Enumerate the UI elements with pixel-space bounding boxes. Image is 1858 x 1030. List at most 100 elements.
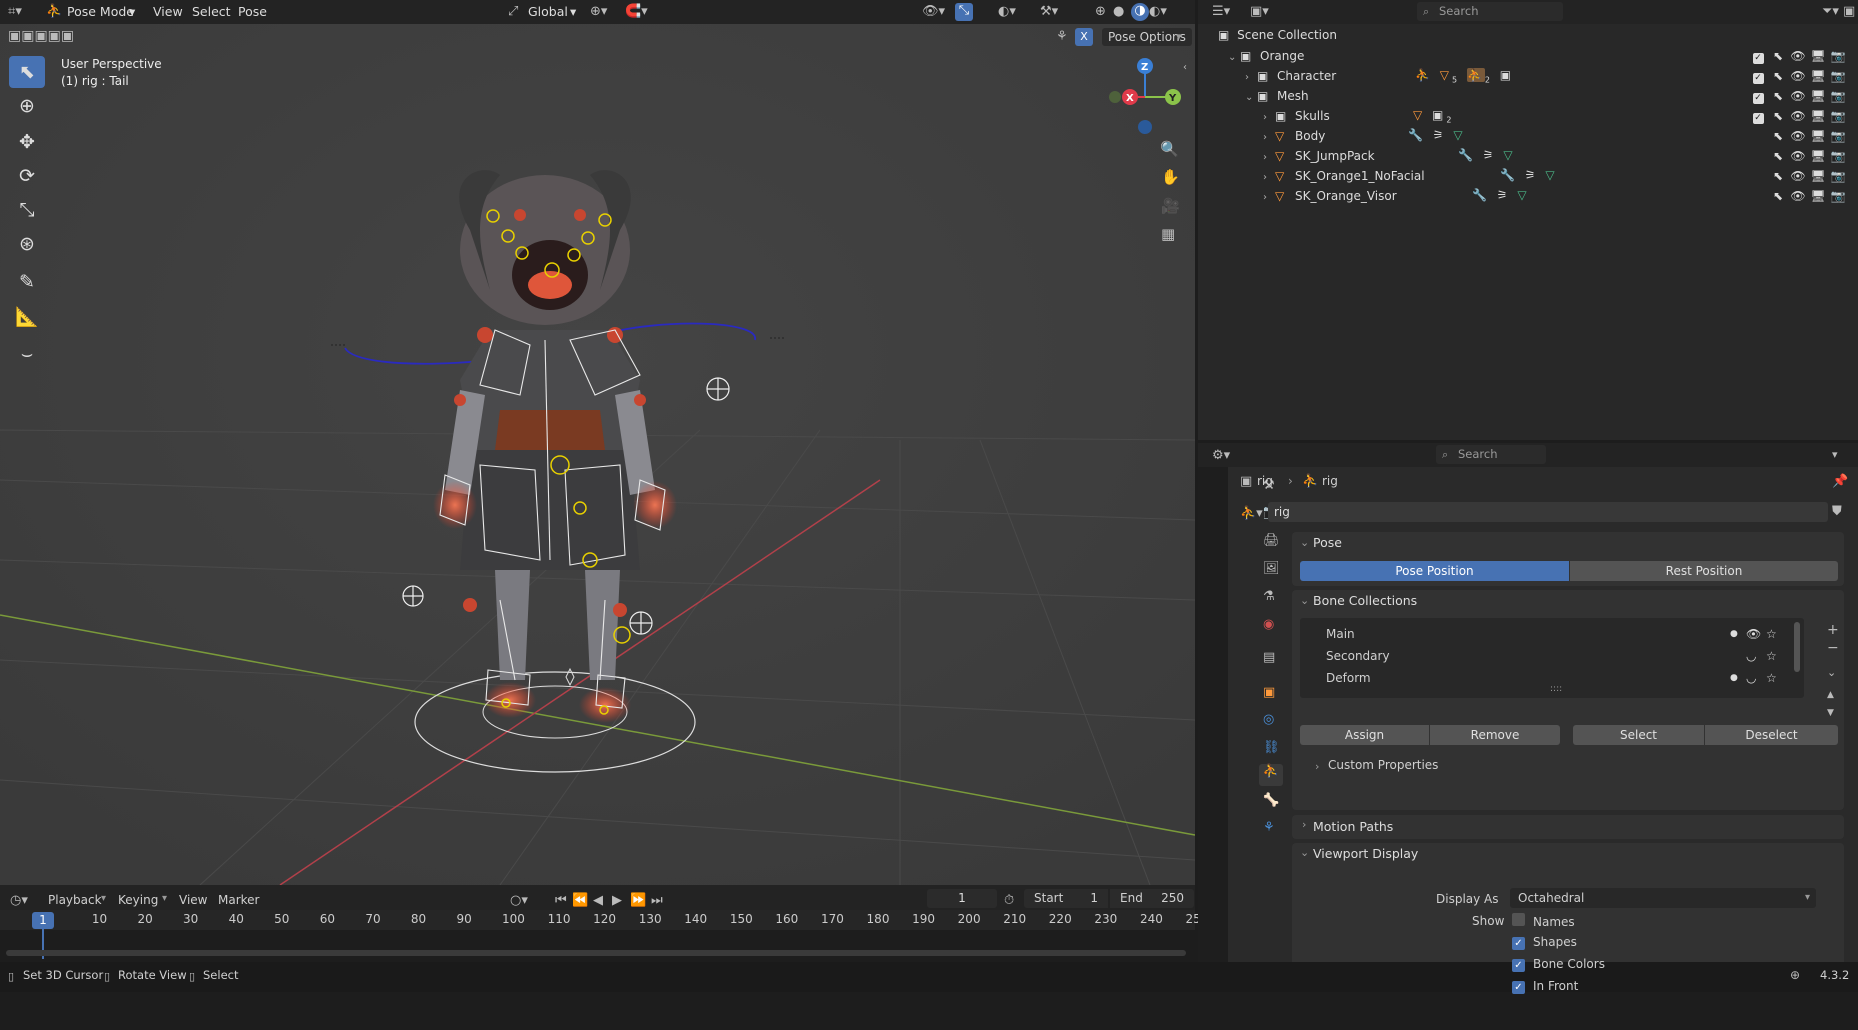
play-reverse-icon[interactable]: ◀ (593, 893, 603, 908)
outliner-item-skulls[interactable]: › ▣ Skulls (1263, 106, 1330, 126)
list-scrollbar[interactable] (1794, 622, 1800, 672)
xray-icon[interactable]: ⚒▾ (1040, 4, 1058, 19)
zoom-icon[interactable]: 🔍 (1160, 140, 1179, 158)
eye-icon[interactable]: 👁 (1788, 49, 1808, 63)
bone-collection-row[interactable]: Deform ● ◡ ☆ (1302, 668, 1792, 688)
deselect-button[interactable]: Deselect (1705, 725, 1838, 745)
object-tab-icon[interactable]: ▣ (1263, 685, 1275, 700)
viewport-display-title[interactable]: Viewport Display (1313, 841, 1418, 867)
annotate-tool[interactable]: ✎ (9, 266, 45, 298)
sidebar-toggle-icon[interactable]: ‹ (1183, 62, 1187, 73)
outliner-row-toggles[interactable]: ✓ ⬉ 👁 🖥 📷 (1748, 109, 1848, 124)
bone-collection-row[interactable]: Main ● 👁 ☆ (1302, 624, 1792, 644)
body-modifier-icons[interactable]: 🔧 ⚞ ▽ (1408, 128, 1466, 142)
shading-material-icon[interactable]: ◑ (1131, 3, 1149, 21)
next-keyframe-icon[interactable]: ⏩ (630, 893, 646, 908)
shading-wireframe-icon[interactable]: ⊕ (1095, 4, 1106, 19)
shading-rendered-icon[interactable]: ◐▾ (1149, 4, 1167, 19)
menu-keying[interactable]: Keying (118, 893, 158, 907)
star-icon[interactable]: ☆ (1766, 624, 1777, 644)
outliner-item-mesh[interactable]: ⌄ ▣ Mesh (1245, 86, 1309, 106)
output-tab-icon[interactable]: 🖨 (1263, 533, 1280, 548)
motion-paths-title[interactable]: Motion Paths (1313, 814, 1393, 840)
chevron-down-icon[interactable]: ⌄ (1300, 846, 1309, 859)
filter-icon[interactable]: ⏷▾ (1822, 4, 1839, 19)
viewport-scene[interactable] (0, 0, 1195, 885)
render-camera-icon[interactable]: 📷 (1828, 89, 1848, 103)
start-frame-field[interactable]: Start 1 (1024, 889, 1108, 908)
chevron-right-icon[interactable]: › (1263, 128, 1275, 148)
chevron-right-icon[interactable]: › (1263, 108, 1275, 128)
fake-user-shield-icon[interactable]: ⛊ (1832, 504, 1842, 519)
constraints-tab-icon[interactable]: ⛓ (1263, 740, 1280, 755)
selectable-icon[interactable]: ⬉ (1768, 169, 1788, 183)
armature-data-tab-icon[interactable]: ⛹ (1259, 764, 1283, 786)
properties-search-input[interactable]: ⌕ Search (1436, 445, 1546, 464)
end-frame-field[interactable]: End 250 (1110, 889, 1194, 908)
monitor-icon[interactable]: 🖥 (1808, 49, 1828, 63)
chevron-down-icon[interactable]: ▾ (1832, 448, 1838, 461)
chevron-right-icon[interactable]: › (1315, 760, 1319, 773)
playhead[interactable]: 1 (32, 912, 54, 929)
exclude-checkbox[interactable]: ✓ (1748, 69, 1768, 84)
outliner-row-toggles[interactable]: ⬉ 👁 🖥 📷 (1748, 149, 1848, 163)
transform-orientation-dropdown[interactable]: Global (528, 0, 568, 24)
jump-start-icon[interactable]: ⏮ (555, 893, 567, 908)
selectable-icon[interactable]: ⬉ (1768, 189, 1788, 203)
navigation-gizmo[interactable]: Z Y X (1100, 52, 1190, 142)
orange-nofacial-modifier-icons[interactable]: 🔧 ⚞ ▽ (1500, 168, 1558, 182)
selectable-icon[interactable]: ⬉ (1768, 89, 1788, 103)
cursor-tool[interactable]: ⊕ (9, 90, 45, 122)
assign-button[interactable]: Assign (1300, 725, 1429, 745)
measure-tool[interactable]: 📐 (9, 300, 45, 332)
eye-icon[interactable]: 👁 (1788, 149, 1808, 163)
bone-constraint-tab-icon[interactable]: ⚘ (1263, 820, 1275, 835)
auto-key-icon[interactable]: ○▾ (510, 893, 528, 908)
monitor-icon[interactable]: 🖥 (1808, 149, 1828, 163)
x-mirror-toggle[interactable]: X (1075, 28, 1093, 46)
outliner-search-input[interactable]: ⌕ Search (1417, 2, 1563, 21)
rest-position-button[interactable]: Rest Position (1570, 561, 1838, 581)
editor-type-icon[interactable]: ⌗▾ (8, 4, 22, 19)
current-frame-field[interactable]: 1 (927, 889, 997, 908)
chevron-right-icon[interactable]: › (1263, 168, 1275, 188)
menu-playback[interactable]: Playback (48, 893, 102, 907)
bone-collections-title[interactable]: Bone Collections (1313, 588, 1417, 614)
render-camera-icon[interactable]: 📷 (1828, 189, 1848, 203)
overlays-icon[interactable]: ◐▾ (998, 4, 1016, 19)
physics-tab-icon[interactable]: ◎ (1263, 712, 1274, 727)
new-collection-icon[interactable]: ▣ (1843, 4, 1855, 19)
collection-tab-icon[interactable]: ▤ (1263, 650, 1275, 665)
exclude-checkbox[interactable]: ✓ (1748, 89, 1768, 104)
add-collection-icon[interactable]: + (1827, 622, 1839, 638)
breadcrumb-object[interactable]: rig (1257, 474, 1273, 488)
custom-properties-subpanel[interactable]: Custom Properties (1328, 758, 1438, 772)
shading-solid-icon[interactable]: ● (1113, 4, 1124, 19)
outliner-item-orange[interactable]: ⌄ ▣ Orange (1228, 46, 1304, 66)
timeline-scrollbar[interactable] (6, 950, 1186, 956)
chevron-down-icon[interactable]: ⌄ (1245, 88, 1257, 108)
render-camera-icon[interactable]: 📷 (1828, 69, 1848, 83)
eye-closed-icon[interactable]: ◡ (1746, 668, 1756, 688)
monitor-icon[interactable]: 🖥 (1808, 89, 1828, 103)
pose-panel-title[interactable]: Pose (1313, 530, 1342, 556)
armature-browse-icon[interactable]: ⛹▾ (1240, 506, 1263, 521)
mode-dropdown[interactable]: Pose Mode (67, 0, 134, 24)
empty-target-foot[interactable] (629, 611, 653, 635)
outliner-row-toggles[interactable]: ⬉ 👁 🖥 📷 (1748, 169, 1848, 183)
render-camera-icon[interactable]: 📷 (1828, 49, 1848, 63)
display-mode-icon[interactable]: ▣▾ (1250, 4, 1269, 19)
select-box-tool[interactable]: ⬉ (9, 56, 45, 88)
outliner-row-toggles[interactable]: ✓ ⬉ 👁 🖥 📷 (1748, 89, 1848, 104)
exclude-checkbox[interactable]: ✓ (1748, 109, 1768, 124)
world-tab-icon[interactable]: ◉ (1263, 617, 1274, 632)
camera-icon[interactable]: 🎥 (1161, 197, 1180, 215)
menu-select[interactable]: Select (192, 0, 231, 24)
display-as-dropdown[interactable]: Octahedral ▾ (1510, 888, 1816, 908)
monitor-icon[interactable]: 🖥 (1808, 69, 1828, 83)
menu-timeline-view[interactable]: View (179, 893, 207, 907)
selectable-icon[interactable]: ⬉ (1768, 49, 1788, 63)
gizmo-toggle-icon[interactable]: ⤡ (955, 3, 973, 21)
bone-collection-row[interactable]: Secondary ◡ ☆ (1302, 646, 1792, 666)
selectable-icon[interactable]: ⬉ (1768, 69, 1788, 83)
